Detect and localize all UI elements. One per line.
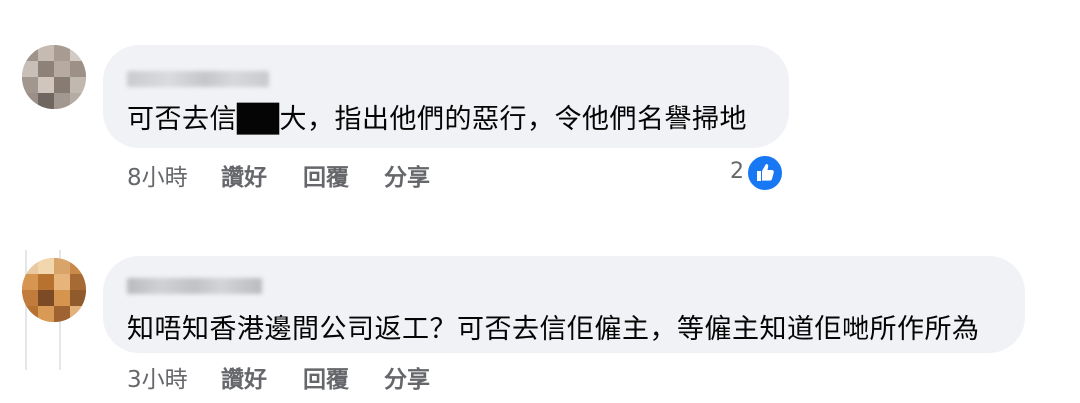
share-button[interactable]: 分享 [384,360,430,394]
share-button[interactable]: 分享 [384,158,430,192]
avatar[interactable] [22,45,86,109]
author-name[interactable] [127,278,262,294]
reply-button[interactable]: 回覆 [303,158,349,192]
comment-text: 可否去信██大，指出他們的惡行，令他們名譽掃地 [127,104,748,135]
comment: 可否去信██大，指出他們的惡行，令他們名譽掃地 8小時 讚好 回覆 分享 2 [0,0,1080,200]
like-button[interactable]: 讚好 [221,360,267,394]
thumbs-up-icon [746,154,784,192]
reaction-count: 2 [730,159,744,184]
comment-text: 知唔知香港邊間公司返工？可否去信佢僱主，等僱主知道佢哋所作所為 [127,314,980,345]
author-name[interactable] [127,71,269,87]
comment: 知唔知香港邊間公司返工？可否去信佢僱主，等僱主知道佢哋所作所為 3小時 讚好 回… [0,200,1080,403]
reaction-summary[interactable]: 2 [728,154,788,192]
avatar[interactable] [22,258,86,322]
comment-timestamp[interactable]: 8小時 [127,158,188,192]
comment-timestamp[interactable]: 3小時 [127,360,188,394]
reply-button[interactable]: 回覆 [303,360,349,394]
thread-line [25,250,27,370]
like-button[interactable]: 讚好 [221,158,267,192]
